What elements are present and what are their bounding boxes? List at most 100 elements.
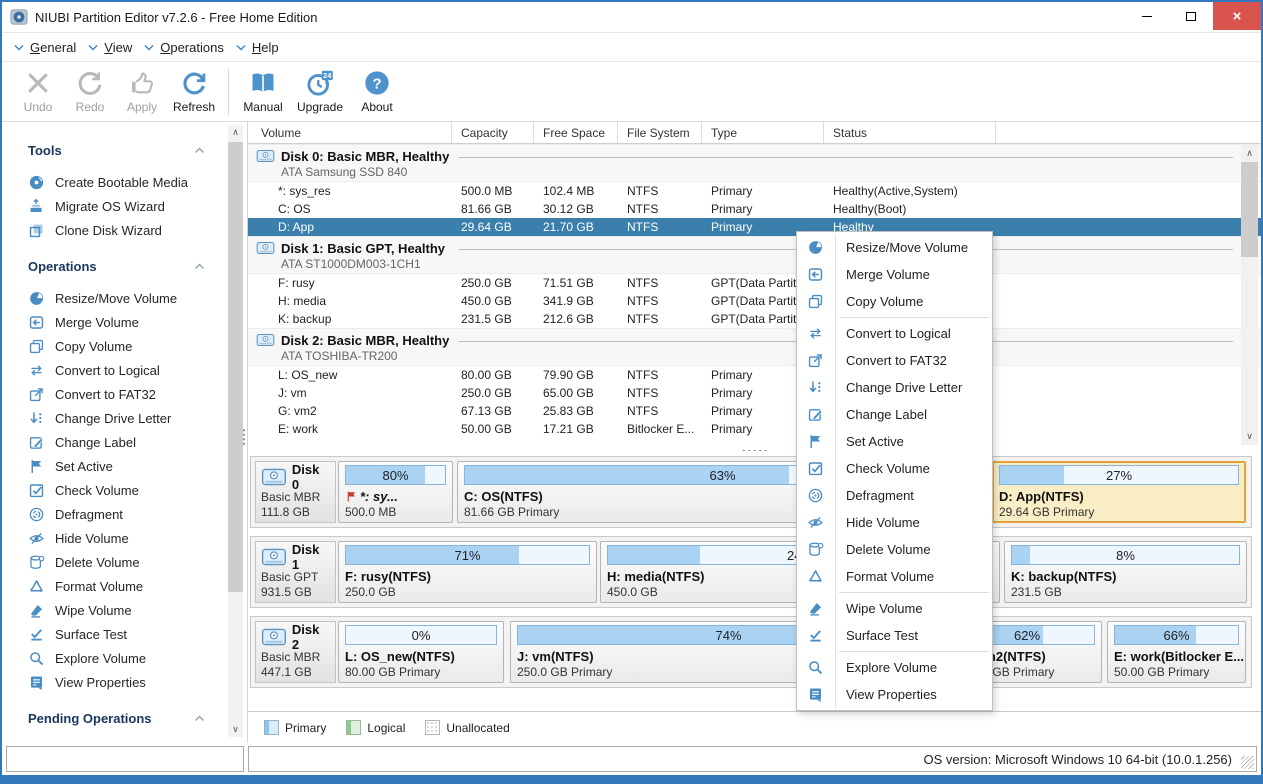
upgrade-button[interactable]: Upgrade [289, 69, 351, 114]
sidebar-item-wipe-volume[interactable]: Wipe Volume [2, 598, 247, 622]
sidebar-item-delete-volume[interactable]: Delete Volume [2, 550, 247, 574]
column-header-file-system[interactable]: File System [618, 122, 702, 143]
context-menu-item-format-volume[interactable]: Format Volume [797, 563, 992, 590]
sidebar-item-set-active[interactable]: Set Active [2, 454, 247, 478]
sidebar-item-view-properties[interactable]: View Properties [2, 670, 247, 694]
minimize-button[interactable] [1125, 2, 1169, 30]
undo-button[interactable]: Undo [12, 69, 64, 114]
apply-button[interactable]: Apply [116, 69, 168, 114]
sidebar-item-check-volume[interactable]: Check Volume [2, 478, 247, 502]
table-scrollbar[interactable]: ∧ ∨ [1241, 145, 1258, 445]
close-button[interactable]: × [1213, 2, 1261, 30]
refresh-button[interactable]: Refresh [168, 69, 220, 114]
menu-view[interactable]: View [88, 40, 144, 55]
scrollbar-thumb[interactable] [228, 142, 243, 592]
sidebar-item-create-bootable-media[interactable]: Create Bootable Media [2, 170, 247, 194]
sidebar-section-pending-operations[interactable]: Pending Operations [2, 706, 247, 730]
scroll-up-arrow[interactable]: ∧ [228, 125, 243, 140]
sidebar-item-change-drive-letter[interactable]: Change Drive Letter [2, 406, 247, 430]
menu-item-label: Hide Volume [846, 515, 920, 530]
sidebar-item-migrate-os-wizard[interactable]: Migrate OS Wizard [2, 194, 247, 218]
context-menu-item-view-properties[interactable]: View Properties [797, 681, 992, 708]
table-row[interactable]: J: vm250.0 GB65.00 GBNTFSPrimary [248, 384, 1261, 402]
context-menu-item-check-volume[interactable]: Check Volume [797, 455, 992, 482]
disk-group-row[interactable]: Disk 0: Basic MBR, Healthy ATA Samsung S… [248, 144, 1261, 182]
menu-help[interactable]: Help [236, 40, 291, 55]
disk-group-row[interactable]: Disk 2: Basic MBR, Healthy ATA TOSHIBA-T… [248, 328, 1261, 366]
context-menu-item-convert-to-logical[interactable]: Convert to Logical [797, 320, 992, 347]
maximize-icon [1186, 12, 1196, 21]
column-header-volume[interactable]: Volume [248, 122, 452, 143]
scroll-down-arrow[interactable]: ∨ [1241, 428, 1258, 445]
table-row[interactable]: L: OS_new80.00 GB79.90 GBNTFSPrimary [248, 366, 1261, 384]
table-row[interactable]: *: sys_res500.0 MB102.4 MBNTFSPrimaryHea… [248, 182, 1261, 200]
table-row-selected[interactable]: D: App29.64 GB21.70 GBNTFSPrimaryHealthy [248, 218, 1261, 236]
sidebar-item-change-label[interactable]: Change Label [2, 430, 247, 454]
scroll-down-arrow[interactable]: ∨ [228, 722, 243, 737]
legend-logical: Logical [346, 720, 405, 735]
table-row[interactable]: E: work50.00 GB17.21 GBBitlocker E...Pri… [248, 420, 1261, 438]
sidebar-item-surface-test[interactable]: Surface Test [2, 622, 247, 646]
cell-capacity: 250.0 GB [452, 386, 534, 400]
disk-label-block[interactable]: Disk 2 Basic MBR 447.1 GB [255, 621, 336, 683]
table-row[interactable]: K: backup231.5 GB212.6 GBNTFSGPT(Data Pa… [248, 310, 1261, 328]
context-menu-item-change-label[interactable]: Change Label [797, 401, 992, 428]
partition-block-sys-res[interactable]: 80% *: sy... 500.0 MB [338, 461, 453, 523]
table-row[interactable]: F: rusy250.0 GB71.51 GBNTFSGPT(Data Part… [248, 274, 1261, 292]
column-header-type[interactable]: Type [702, 122, 824, 143]
sidebar-section-operations[interactable]: Operations [2, 254, 247, 278]
disk-group-row[interactable]: Disk 1: Basic GPT, Healthy ATA ST1000DM0… [248, 236, 1261, 274]
column-header-status[interactable]: Status [824, 122, 996, 143]
column-header-free-space[interactable]: Free Space [534, 122, 618, 143]
table-splitter-handle[interactable] [248, 449, 1261, 452]
context-menu-item-hide-volume[interactable]: Hide Volume [797, 509, 992, 536]
context-menu-item-change-drive-letter[interactable]: Change Drive Letter [797, 374, 992, 401]
column-header-capacity[interactable]: Capacity [452, 122, 534, 143]
menu-general[interactable]: General [14, 40, 88, 55]
sidebar-item-hide-volume[interactable]: Hide Volume [2, 526, 247, 550]
disk-label-block[interactable]: Disk 0 Basic MBR 111.8 GB [255, 461, 336, 523]
partition-block-k-backup[interactable]: 8% K: backup(NTFS) 231.5 GB [1004, 541, 1247, 603]
partition-block-l-os-new[interactable]: 0% L: OS_new(NTFS) 80.00 GB Primary [338, 621, 504, 683]
maximize-button[interactable] [1169, 2, 1213, 30]
sidebar-splitter-handle[interactable] [242, 428, 246, 446]
table-row[interactable]: G: vm267.13 GB25.83 GBNTFSPrimary [248, 402, 1261, 420]
redo-button[interactable]: Redo [64, 69, 116, 114]
sidebar-item-resize-move-volume[interactable]: Resize/Move Volume [2, 286, 247, 310]
table-row[interactable]: C: OS81.66 GB30.12 GBNTFSPrimaryHealthy(… [248, 200, 1261, 218]
context-menu-item-surface-test[interactable]: Surface Test [797, 622, 992, 649]
disk-label-block[interactable]: Disk 1 Basic GPT 931.5 GB [255, 541, 336, 603]
partition-block-f-rusy[interactable]: 71% F: rusy(NTFS) 250.0 GB [338, 541, 597, 603]
sidebar-scrollbar[interactable]: ∧ ∨ [228, 125, 243, 737]
cell-capacity: 29.64 GB [452, 220, 534, 234]
context-menu-item-explore-volume[interactable]: Explore Volume [797, 654, 992, 681]
sidebar-section-tools[interactable]: Tools [2, 138, 247, 162]
manual-button[interactable]: Manual [237, 69, 289, 114]
context-menu-item-set-active[interactable]: Set Active [797, 428, 992, 455]
context-menu-item-copy-volume[interactable]: Copy Volume [797, 288, 992, 315]
partition-block-e-work[interactable]: 66% E: work(Bitlocker E... 50.00 GB Prim… [1107, 621, 1246, 683]
context-menu-item-merge-volume[interactable]: Merge Volume [797, 261, 992, 288]
context-menu-item-delete-volume[interactable]: Delete Volume [797, 536, 992, 563]
context-menu-item-defragment[interactable]: Defragment [797, 482, 992, 509]
resize-grip[interactable] [1241, 756, 1254, 769]
context-menu-item-wipe-volume[interactable]: Wipe Volume [797, 595, 992, 622]
context-menu-item-resize-move-volume[interactable]: Resize/Move Volume [797, 234, 992, 261]
sidebar-item-convert-to-logical[interactable]: Convert to Logical [2, 358, 247, 382]
sidebar-item-merge-volume[interactable]: Merge Volume [2, 310, 247, 334]
sidebar-item-explore-volume[interactable]: Explore Volume [2, 646, 247, 670]
scroll-up-arrow[interactable]: ∧ [1241, 145, 1258, 162]
table-row[interactable]: H: media450.0 GB341.9 GBNTFSGPT(Data Par… [248, 292, 1261, 310]
sidebar-item-copy-volume[interactable]: Copy Volume [2, 334, 247, 358]
sidebar-item-format-volume[interactable]: Format Volume [2, 574, 247, 598]
check-icon [28, 482, 45, 499]
sidebar-item-defragment[interactable]: Defragment [2, 502, 247, 526]
about-button[interactable]: About [351, 69, 403, 114]
menu-operations[interactable]: Operations [144, 40, 236, 55]
context-menu-item-convert-to-fat32[interactable]: Convert to FAT32 [797, 347, 992, 374]
disk-type: Basic GPT [261, 570, 330, 585]
partition-block-d-app-selected[interactable]: 27% D: App(NTFS) 29.64 GB Primary [992, 461, 1246, 523]
scrollbar-thumb[interactable] [1241, 162, 1258, 257]
sidebar-item-clone-disk-wizard[interactable]: Clone Disk Wizard [2, 218, 247, 242]
sidebar-item-convert-to-fat32[interactable]: Convert to FAT32 [2, 382, 247, 406]
